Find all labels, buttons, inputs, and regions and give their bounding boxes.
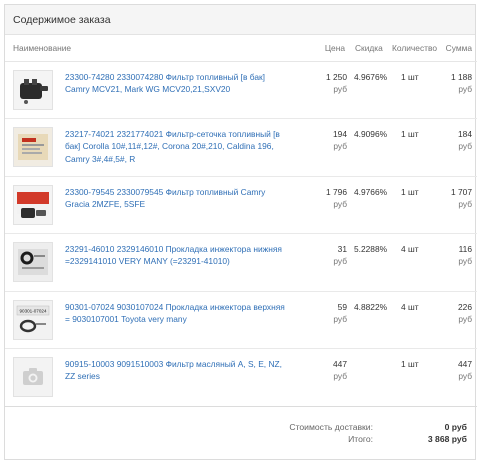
order-total-value: 3 868 руб bbox=[427, 434, 467, 444]
gasket-lower-photo[interactable] bbox=[13, 242, 53, 282]
panel-title: Содержимое заказа bbox=[13, 13, 111, 26]
item-discount: 4.9096% bbox=[351, 118, 389, 177]
filter-screen-photo[interactable] bbox=[13, 127, 53, 167]
item-price-currency: руб bbox=[333, 256, 347, 267]
item-quantity: 1 шт bbox=[389, 176, 439, 234]
table-row: 23300-74280 2330074280 Фильтр топливный … bbox=[5, 61, 477, 119]
delivery-cost-row: Стоимость доставки: 0 руб bbox=[3, 422, 475, 434]
item-discount: 4.9676% bbox=[351, 61, 389, 119]
item-sum: 116 bbox=[458, 244, 472, 254]
delivery-cost-label: Стоимость доставки: bbox=[289, 422, 373, 432]
item-sum-currency: руб bbox=[458, 313, 472, 324]
item-discount: 4.9766% bbox=[351, 176, 389, 234]
order-total-label: Итого: bbox=[348, 434, 373, 444]
order-items-table: Наименование Цена Скидка Количество Сумм… bbox=[5, 35, 477, 407]
item-sum-currency: руб bbox=[458, 256, 472, 267]
column-header-price: Цена bbox=[293, 35, 351, 62]
item-quantity: 1 шт bbox=[389, 118, 439, 177]
table-row: 23300-79545 2330079545 Фильтр топливный … bbox=[5, 176, 477, 234]
gasket-label-text: 90301-07024 bbox=[19, 308, 47, 313]
table-row: 23291-46010 2329146010 Прокладка инжекто… bbox=[5, 233, 477, 292]
item-quantity: 1 шт bbox=[389, 61, 439, 119]
item-price-currency: руб bbox=[333, 83, 347, 94]
item-discount bbox=[351, 348, 389, 407]
table-row: 90301-07024 90301-07024 9030107024 Прокл… bbox=[5, 291, 477, 349]
item-sum-currency: руб bbox=[458, 83, 472, 94]
fuel-filter-photo[interactable] bbox=[13, 69, 53, 110]
item-sum-currency: руб bbox=[458, 371, 472, 382]
item-quantity: 4 шт bbox=[389, 291, 439, 349]
gasket-upper-photo[interactable]: 90301-07024 bbox=[13, 299, 53, 340]
item-price-currency: руб bbox=[333, 313, 347, 324]
table-row: 23217-74021 2321774021 Фильтр-сеточка то… bbox=[5, 118, 477, 177]
table-header-row: Наименование Цена Скидка Количество Сумм… bbox=[5, 35, 477, 62]
item-price: 31 bbox=[337, 244, 347, 254]
item-discount: 4.8822% bbox=[351, 291, 389, 349]
column-header-sum: Сумма bbox=[439, 35, 477, 62]
item-price: 447 bbox=[333, 359, 347, 369]
item-quantity: 1 шт bbox=[389, 348, 439, 407]
item-quantity: 4 шт bbox=[389, 233, 439, 292]
camera-placeholder-icon[interactable] bbox=[13, 357, 53, 397]
item-name-link[interactable]: 90301-07024 9030107024 Прокладка инжекто… bbox=[65, 301, 287, 326]
delivery-cost-value: 0 руб bbox=[444, 422, 467, 432]
item-sum-currency: руб bbox=[458, 198, 472, 209]
item-name-link[interactable]: 23217-74021 2321774021 Фильтр-сеточка то… bbox=[65, 128, 287, 165]
item-sum: 1 707 bbox=[451, 186, 472, 197]
table-row: 90915-10003 9091510003 Фильтр масляный A… bbox=[5, 348, 477, 407]
item-sum-currency: руб bbox=[458, 141, 472, 152]
item-sum: 1 188 bbox=[451, 71, 472, 82]
panel-header: Содержимое заказа bbox=[5, 5, 475, 35]
item-price: 194 bbox=[333, 129, 347, 139]
item-price-currency: руб bbox=[333, 371, 347, 382]
item-sum: 447 bbox=[458, 359, 472, 369]
item-name-link[interactable]: 23300-74280 2330074280 Фильтр топливный … bbox=[65, 71, 287, 96]
column-header-discount: Скидка bbox=[351, 35, 389, 62]
order-contents-panel: Содержимое заказа Наименование Цена Скид… bbox=[3, 4, 477, 460]
item-sum: 226 bbox=[458, 301, 472, 312]
item-price-currency: руб bbox=[333, 198, 347, 209]
column-header-name: Наименование bbox=[5, 35, 293, 62]
item-price: 59 bbox=[337, 301, 347, 312]
item-discount: 5.2288% bbox=[351, 233, 389, 292]
column-header-quantity: Количество bbox=[389, 35, 439, 62]
item-sum: 184 bbox=[458, 129, 472, 139]
item-price-currency: руб bbox=[333, 141, 347, 152]
fuel-filter-box-photo[interactable] bbox=[13, 184, 53, 225]
item-name-link[interactable]: 23291-46010 2329146010 Прокладка инжекто… bbox=[65, 243, 287, 268]
item-name-link[interactable]: 23300-79545 2330079545 Фильтр топливный … bbox=[65, 186, 287, 211]
order-total-row: Итого: 3 868 руб bbox=[3, 434, 475, 446]
item-price: 1 250 bbox=[326, 71, 347, 82]
item-price: 1 796 bbox=[326, 186, 347, 197]
item-name-link[interactable]: 90915-10003 9091510003 Фильтр масляный A… bbox=[65, 358, 287, 383]
